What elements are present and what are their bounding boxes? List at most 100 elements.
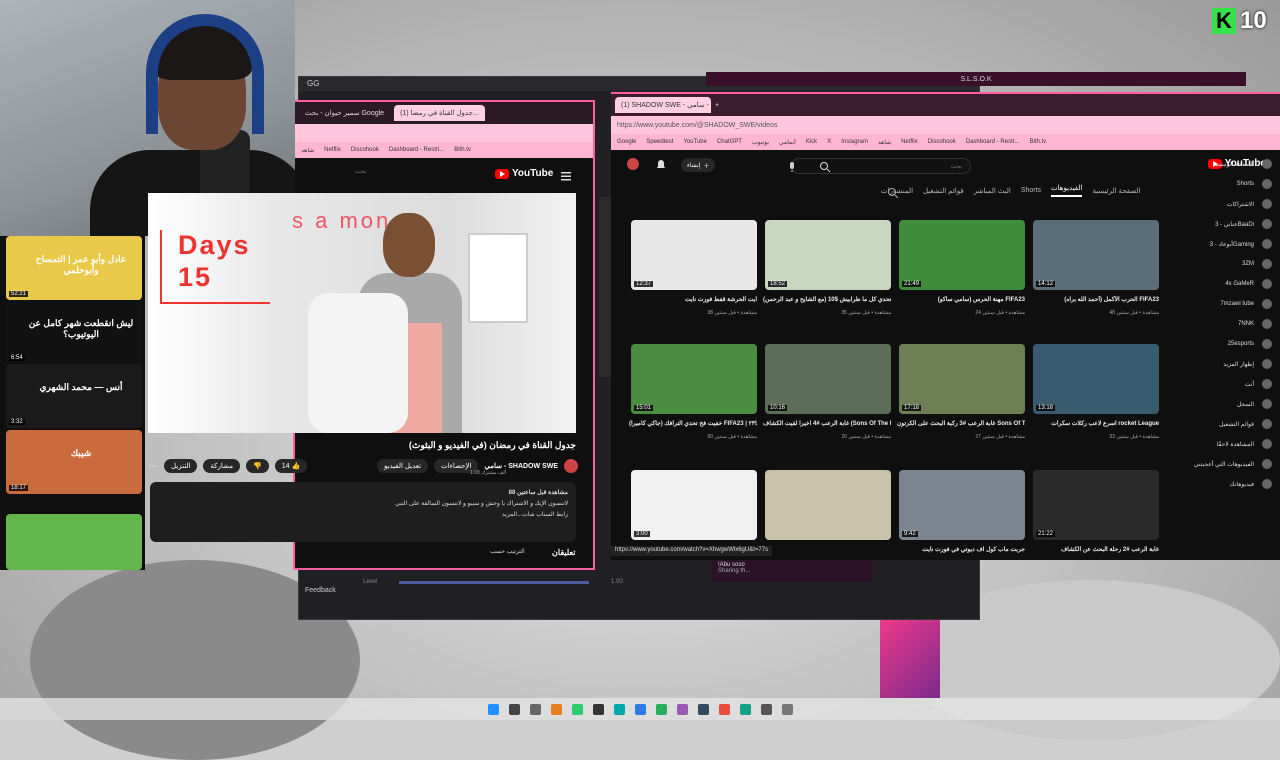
taskbar-app-icon[interactable] <box>697 703 709 715</box>
bookmark-item[interactable]: شاهد <box>301 147 314 154</box>
sidebar-item[interactable]: أنت <box>1180 374 1280 394</box>
taskbar-app-icon[interactable] <box>676 703 688 715</box>
like-button[interactable]: 14 👍 <box>274 459 308 473</box>
bookmark-item[interactable]: X <box>827 139 831 145</box>
video-description[interactable]: 88 مشاهدة قبل ساعتين لاتنسون الإيك و الا… <box>150 482 576 542</box>
bookmark-item[interactable]: YouTube <box>683 139 707 145</box>
video-title[interactable]: الحرب الأكمل (أحمد الله براه) FIFA23 <box>1031 296 1159 305</box>
download-button[interactable]: التنزيل <box>164 459 198 473</box>
list-item[interactable] <box>6 514 142 570</box>
channel-search-icon[interactable] <box>887 186 899 199</box>
search-input[interactable]: بحث <box>355 168 366 175</box>
taskbar-app-icon[interactable] <box>529 703 541 715</box>
bookmark-item[interactable]: Netflix <box>901 139 918 145</box>
video-thumbnail[interactable]: 9:42 <box>899 470 1025 540</box>
tab-youtube-channel[interactable]: (1) SHADOW SWE - سامي - YouT... <box>615 97 711 113</box>
list-item[interactable]: أنس — محمد الشهري 3:32 <box>6 364 142 428</box>
taskbar-app-icon[interactable] <box>508 703 520 715</box>
bookmark-item[interactable]: Instagram <box>841 139 868 145</box>
tab-0[interactable]: سمير حيوان - بحث Google <box>299 105 390 121</box>
video-title[interactable]: غابة الرعب #4 اخيرا لقيت الكشاف (Sons Of… <box>763 420 891 429</box>
bookmark-item[interactable]: Discohook <box>351 147 379 153</box>
desc-more[interactable]: رابط السناب شات...المزيد <box>158 510 568 521</box>
sort-button[interactable]: الترتيب حسب <box>490 548 525 555</box>
bookmark-item[interactable]: Kick <box>806 139 817 145</box>
taskbar-app-icon[interactable] <box>739 703 751 715</box>
taskbar-app-icon[interactable] <box>655 703 667 715</box>
sidebar-item[interactable]: أبوعاد - 3Gaming <box>1180 234 1280 254</box>
channel-avatar[interactable] <box>564 459 578 473</box>
taskbar-app-icon[interactable] <box>487 703 499 715</box>
taskbar-app-icon[interactable] <box>781 703 793 715</box>
taskbar-app-icon[interactable] <box>571 703 583 715</box>
menu-icon[interactable] <box>561 168 571 181</box>
sidebar-item[interactable]: 4x GaMeR <box>1180 274 1280 294</box>
tab-channel-1[interactable]: قوائم التشغيل <box>923 187 964 195</box>
tab-channel-3[interactable]: Shorts <box>1021 187 1041 194</box>
sidebar-item[interactable]: فيديوهاتك <box>1180 474 1280 494</box>
sidebar-item[interactable]: المشاهدة لاحقًا <box>1180 434 1280 454</box>
address-bar[interactable] <box>295 124 593 142</box>
sidebar-item[interactable]: 7NNK <box>1180 314 1280 334</box>
bookmark-item[interactable]: Discohook <box>928 139 956 145</box>
taskbar-app-icon[interactable] <box>634 703 646 715</box>
edit-video-button[interactable]: تعديل الفيديو <box>376 459 429 473</box>
tab-channel-2[interactable]: البث المباشر <box>974 187 1011 195</box>
video-thumbnail[interactable]: 21:49 <box>899 220 1025 290</box>
sidebar-item[interactable]: السجل <box>1180 394 1280 414</box>
sidebar-item[interactable]: الفيديوهات التي أعجبتني <box>1180 454 1280 474</box>
video-title[interactable]: جربت ماب كول اف ديوتي في فورت نايت <box>897 546 1025 555</box>
address-bar[interactable]: https://www.youtube.com/@SHADOW_SWE/vide… <box>611 116 1280 134</box>
search-input[interactable]: بحث <box>791 158 971 174</box>
sidebar-item[interactable]: قوائم التشغيل <box>1180 414 1280 434</box>
sidebar-item[interactable]: الصفحة الرئيسية <box>1180 154 1280 174</box>
share-button[interactable]: مشاركة <box>203 459 241 473</box>
bell-icon[interactable] <box>655 158 667 170</box>
sidebar-item[interactable]: الاشتراكات <box>1180 194 1280 214</box>
level-slider[interactable] <box>399 581 589 584</box>
more-icon[interactable]: ⋯ <box>148 461 158 472</box>
sidebar-item[interactable]: Shorts <box>1180 174 1280 194</box>
video-thumbnail[interactable]: 21:22 <box>1033 470 1159 540</box>
tab-1[interactable]: (1) جدول القناة في رمضا... <box>394 105 485 121</box>
feedback-link[interactable]: Feedback <box>305 587 336 594</box>
sidebar-item[interactable]: 25esports <box>1180 334 1280 354</box>
video-thumbnail[interactable]: 12:37 <box>631 220 757 290</box>
bookmark-item[interactable]: يوتيوب <box>752 139 769 146</box>
new-tab-icon[interactable]: + <box>715 102 719 109</box>
list-item[interactable]: ليش انقطعت شهر كامل عن اليوتيوب؟ 6:54 <box>6 300 142 364</box>
tab-channel-4[interactable]: الفيديوهات <box>1051 184 1083 197</box>
video-title[interactable]: تحدي كل ما طرابيش $10 (مع الشايح و عبد ا… <box>763 296 891 305</box>
taskbar-app-icon[interactable] <box>592 703 604 715</box>
bookmark-item[interactable]: Speedtest <box>646 139 673 145</box>
search-icon[interactable] <box>819 160 831 173</box>
channel-name[interactable]: سامي - SHADOW SWE <box>484 462 558 470</box>
taskbar-app-icon[interactable] <box>613 703 625 715</box>
bookmark-item[interactable]: ChatGPT <box>717 139 742 145</box>
taskbar-app-icon[interactable] <box>550 703 562 715</box>
video-title[interactable]: ايت الحرشة قفط فورت نايت <box>629 296 757 305</box>
bookmark-item[interactable]: شاهد <box>878 139 891 146</box>
video-title[interactable]: غابة الرعب #3 ركبة البحث على الكرتون Son… <box>897 420 1025 429</box>
youtube-channel-window[interactable]: (1) SHADOW SWE - سامي - YouT... + https:… <box>611 92 1280 560</box>
sidebar-item[interactable]: عناني - 3BaaDi <box>1180 214 1280 234</box>
list-item[interactable]: عادل وأبو عمر | التمساح وأبوحلمي 52:21 <box>6 236 142 300</box>
create-button[interactable]: إنشاء ＋ <box>681 158 716 172</box>
video-thumbnail[interactable]: 13:18 <box>1033 344 1159 414</box>
sidebar-item[interactable]: إظهار المزيد <box>1180 354 1280 374</box>
video-thumbnail[interactable]: 10:16 <box>765 344 891 414</box>
bookmark-item[interactable]: Bith.tv <box>454 147 471 153</box>
taskbar-app-icon[interactable] <box>760 703 772 715</box>
taskbar-app-icon[interactable] <box>718 703 730 715</box>
video-title[interactable]: خفيت فخ تحدي الترافك (جاكي كاميرا) FIFA2… <box>629 420 757 429</box>
bookmark-item[interactable]: Dashboard - Restri... <box>389 147 444 153</box>
video-thumbnail[interactable]: 17:18 <box>899 344 1025 414</box>
avatar[interactable] <box>627 158 639 170</box>
bookmark-item[interactable]: أنمامي <box>779 139 796 146</box>
list-item[interactable]: شيبك 18:17 <box>6 430 142 494</box>
youtube-logo[interactable]: YouTube <box>495 168 553 179</box>
sidebar-item[interactable]: 7mzawi tube <box>1180 294 1280 314</box>
mic-icon[interactable] <box>787 160 797 172</box>
video-title[interactable]: غابة الرعب #2 رحلة البحث عن الكشاف <box>1031 546 1159 555</box>
video-thumbnail[interactable]: 15:01 <box>631 344 757 414</box>
